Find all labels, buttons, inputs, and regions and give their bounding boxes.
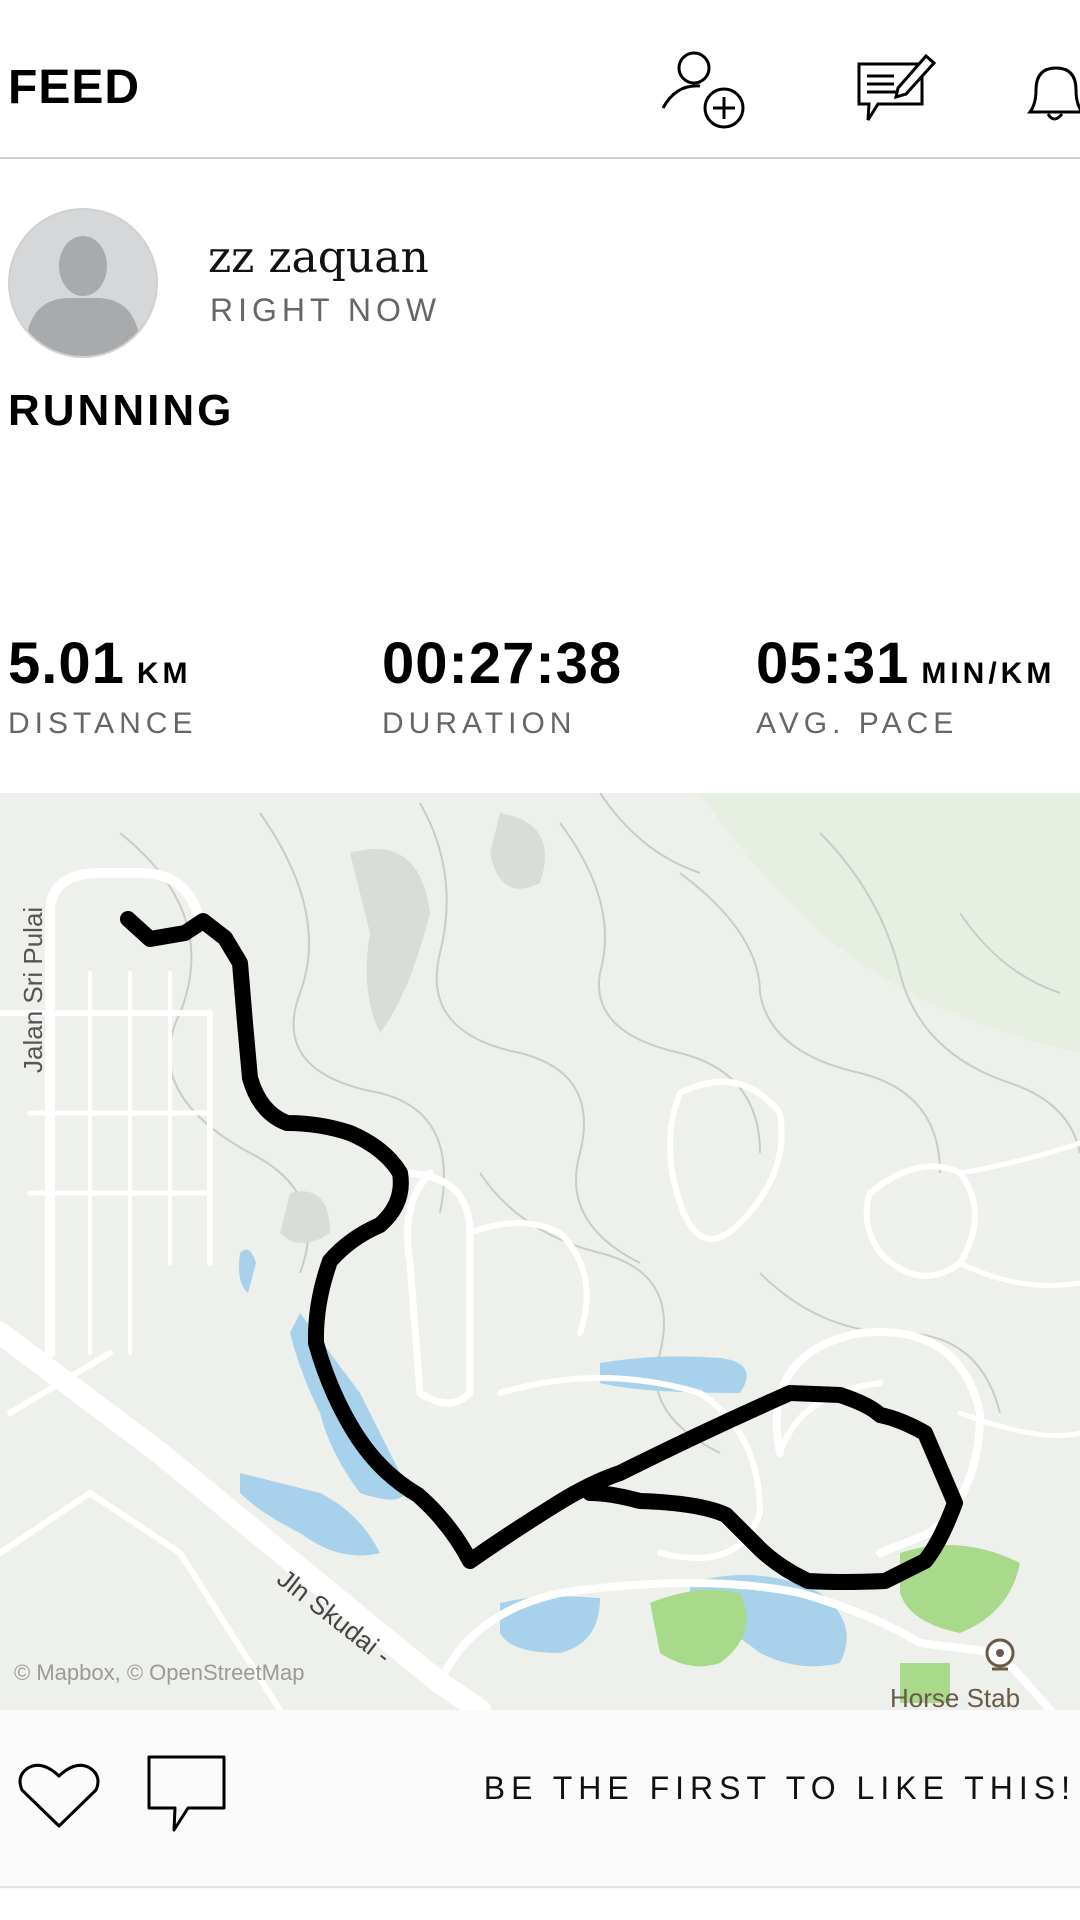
stat-value: 00:27:38 <box>382 631 623 696</box>
stat-unit: MIN/KM <box>921 657 1056 690</box>
avatar[interactable] <box>8 208 158 358</box>
stat-unit: KM <box>136 657 192 690</box>
default-avatar-icon <box>28 236 138 356</box>
stat-value: 5.01 <box>8 631 125 696</box>
compose-post-icon <box>857 53 937 121</box>
compose-post-button[interactable] <box>856 50 938 126</box>
add-friend-icon <box>661 51 745 129</box>
heart-icon <box>18 1763 100 1828</box>
route-map[interactable]: Jalan Sri Pulai Jln Skudai - Horse Stab … <box>0 793 1080 1710</box>
map-canvas <box>0 793 1080 1710</box>
page-title: FEED <box>8 61 141 114</box>
footer-divider <box>0 1886 1080 1888</box>
user-name[interactable]: zz zaquan <box>208 232 429 283</box>
stat-value: 05:31 <box>756 631 910 696</box>
feed-header: FEED <box>0 0 1080 160</box>
notifications-bell-icon <box>1027 66 1080 121</box>
activity-type: RUNNING <box>8 386 235 435</box>
post-timestamp: RIGHT NOW <box>210 292 442 328</box>
stat-avg-pace: 05:31 MIN/KM AVG. PACE <box>756 630 1055 741</box>
add-friend-button[interactable] <box>660 48 746 130</box>
map-street-label: Jalan Sri Pulai <box>18 906 48 1073</box>
stat-duration: 00:27:38 DURATION <box>382 630 622 741</box>
header-divider <box>0 157 1080 159</box>
stat-distance: 5.01 KM DISTANCE <box>8 630 197 741</box>
map-place-label: Horse Stab <box>890 1683 1021 1710</box>
activity-stats: 5.01 KM DISTANCE 00:27:38 DURATION 05:31 M… <box>0 630 1080 750</box>
map-attribution[interactable]: © Mapbox, © OpenStreetMap <box>14 1660 304 1686</box>
notifications-button[interactable] <box>1024 60 1080 124</box>
post-actions-bar: BE THE FIRST TO LIKE THIS! <box>0 1710 1080 1890</box>
stat-label: DISTANCE <box>8 707 198 740</box>
stat-label: AVG. PACE <box>756 707 959 740</box>
likes-summary: BE THE FIRST TO LIKE THIS! <box>483 1770 1076 1806</box>
comment-button[interactable] <box>146 1754 228 1836</box>
like-button[interactable] <box>16 1760 102 1832</box>
stat-label: DURATION <box>382 707 577 740</box>
comment-icon <box>147 1755 226 1832</box>
